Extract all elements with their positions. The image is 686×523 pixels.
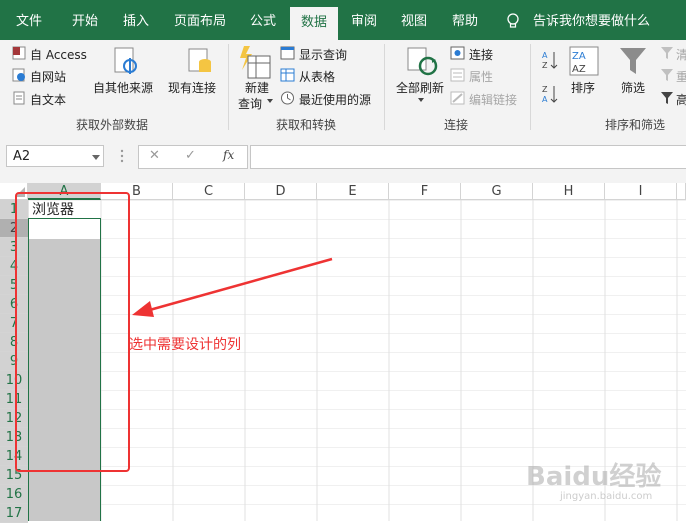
refresh-all-button[interactable]: 全部刷新 (396, 79, 444, 96)
svg-text:A: A (542, 51, 548, 60)
refresh-all-icon (407, 47, 438, 76)
clear-button[interactable]: 清 (676, 46, 686, 63)
recent-sources-button[interactable]: 最近使用的源 (299, 91, 371, 108)
reapply-button[interactable]: 重 (676, 68, 686, 85)
from-text-button[interactable]: 自文本 (30, 91, 66, 108)
svg-text:A: A (542, 95, 548, 104)
existing-connections-button[interactable]: 现有连接 (168, 79, 216, 96)
lightbulb-icon (507, 13, 519, 28)
chevron-down-icon (267, 99, 273, 103)
chevron-down-icon (418, 98, 424, 102)
show-queries-icon (280, 46, 295, 60)
from-access-button[interactable]: 自 Access (30, 46, 87, 63)
advanced-button[interactable]: 高 (676, 91, 686, 108)
from-table-button[interactable]: 从表格 (299, 68, 335, 85)
sort-descending-icon: Z A (542, 85, 558, 104)
reapply-icon (661, 69, 673, 81)
tell-me-search[interactable]: 告诉我你想要做什么 (533, 0, 650, 40)
annotation-highlight-box (15, 192, 130, 472)
column-header-e[interactable]: E (317, 183, 389, 200)
group-external-data: 获取外部数据 (76, 118, 149, 132)
tab-insert[interactable]: 插入 (112, 0, 160, 40)
existing-connections-icon (188, 48, 211, 72)
group-separator (228, 44, 229, 130)
insert-function-button[interactable]: fx (223, 148, 234, 162)
formula-input[interactable] (250, 145, 686, 169)
group-separator (530, 44, 531, 130)
edit-links-icon (450, 91, 465, 105)
svg-text:AZ: AZ (572, 64, 586, 75)
name-box[interactable]: A2 (6, 145, 104, 167)
enter-button[interactable]: ✓ (185, 148, 196, 163)
access-icon (12, 46, 26, 60)
tab-page-layout[interactable]: 页面布局 (162, 0, 238, 40)
text-file-icon (13, 91, 25, 105)
new-query-label[interactable]: 新建 (245, 79, 269, 96)
formula-bar-area: A2 ✕ ✓ fx (0, 133, 686, 183)
group-connections: 连接 (444, 118, 469, 132)
sort-ascending-icon: A Z (542, 51, 558, 70)
group-sort-filter: 排序和筛选 (605, 118, 666, 132)
tab-data[interactable]: 数据 (290, 7, 338, 40)
ribbon-tab-bar: 文件 开始 插入 页面布局 公式 数据 审阅 视图 帮助 告诉我你想要做什么 (0, 0, 686, 40)
connections-button[interactable]: 连接 (469, 46, 493, 63)
grip-icon (120, 149, 124, 163)
tab-view[interactable]: 视图 (390, 0, 438, 40)
sort-button[interactable]: 排序 (571, 79, 595, 96)
recent-sources-icon (281, 91, 294, 105)
group-separator (384, 44, 385, 130)
properties-icon (450, 68, 465, 82)
row-header-16[interactable]: 16 (0, 485, 28, 504)
from-web-button[interactable]: 自网站 (30, 68, 66, 85)
sort-dialog-icon: ZA AZ (569, 46, 599, 76)
chevron-down-icon[interactable] (92, 155, 100, 160)
edit-links-button[interactable]: 编辑链接 (469, 91, 517, 108)
row-header-17[interactable]: 17 (0, 504, 28, 523)
filter-icon (620, 48, 646, 74)
group-get-transform: 获取和转换 (276, 118, 337, 132)
column-header-j[interactable] (677, 183, 686, 200)
new-query-button[interactable]: 查询 (238, 95, 262, 112)
column-header-i[interactable]: I (605, 183, 677, 200)
svg-text:Z: Z (542, 85, 548, 94)
svg-text:ZA: ZA (572, 51, 586, 62)
web-icon (12, 68, 25, 82)
watermark-brand: Baidu经验 (526, 462, 662, 492)
tab-formulas[interactable]: 公式 (240, 0, 286, 40)
column-header-d[interactable]: D (245, 183, 317, 200)
show-queries-button[interactable]: 显示查询 (299, 46, 347, 63)
other-sources-button[interactable]: 自其他来源 (93, 79, 153, 96)
annotation-caption: 选中需要设计的列 (129, 337, 241, 353)
tab-help[interactable]: 帮助 (440, 0, 490, 40)
tab-home[interactable]: 开始 (58, 0, 112, 40)
cancel-button[interactable]: ✕ (149, 148, 160, 163)
ribbon-data: 自 Access 自网站 自文本 自其他来源 现有连接 获取外部数据 新建 查询… (0, 40, 686, 134)
connections-icon (450, 46, 465, 60)
column-header-c[interactable]: C (173, 183, 245, 200)
clear-filter-icon (661, 47, 673, 59)
new-query-icon (240, 46, 271, 79)
table-icon (280, 68, 295, 82)
name-box-value: A2 (13, 149, 31, 164)
formula-buttons: ✕ ✓ fx (138, 145, 248, 169)
column-header-g[interactable]: G (461, 183, 533, 200)
filter-button[interactable]: 筛选 (621, 79, 645, 96)
other-sources-icon (114, 47, 137, 74)
column-header-h[interactable]: H (533, 183, 605, 200)
column-header-f[interactable]: F (389, 183, 461, 200)
svg-text:Z: Z (542, 61, 548, 70)
advanced-filter-icon (661, 92, 673, 104)
watermark-url: jingyan.baidu.com (560, 491, 653, 502)
properties-button[interactable]: 属性 (469, 68, 493, 85)
tab-review[interactable]: 审阅 (340, 0, 388, 40)
annotation-arrow-icon (132, 257, 333, 317)
tab-file[interactable]: 文件 (4, 0, 54, 40)
